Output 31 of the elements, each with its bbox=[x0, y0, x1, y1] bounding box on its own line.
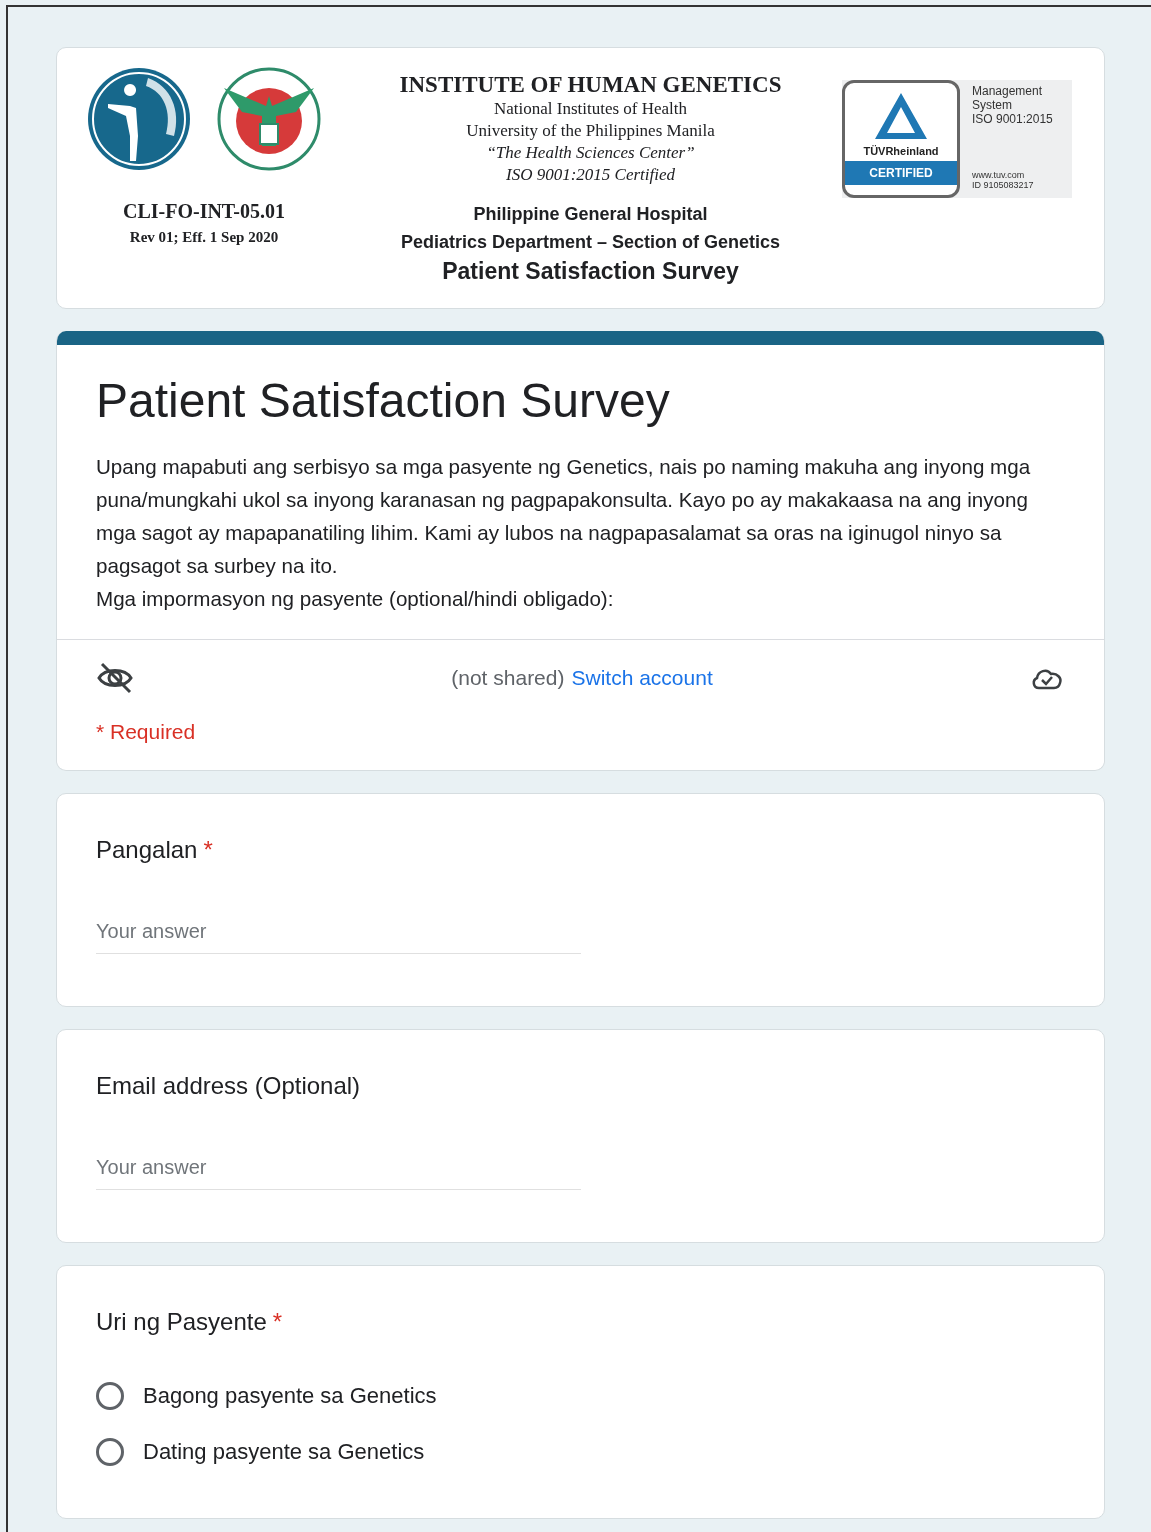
form-title: Patient Satisfaction Survey bbox=[96, 373, 671, 428]
badge-text: www.tuv.com bbox=[972, 170, 1026, 180]
brand-text: TÜVRheinland bbox=[863, 145, 939, 157]
switch-account-link[interactable]: Switch account bbox=[571, 666, 713, 690]
affiliation-text: ISO 9001:2015 Certified bbox=[505, 164, 675, 186]
badge-text: System bbox=[972, 98, 1013, 112]
description-text: Mga impormasyon ng pasyente (optional/hindi obligado): bbox=[96, 586, 615, 612]
certified-label: CERTIFIED bbox=[845, 161, 957, 185]
badge-text: ISO 9001:2015 bbox=[972, 112, 1054, 126]
affiliation-text: “The Health Sciences Center” bbox=[486, 142, 695, 164]
question-label: Uri ng Pasyente * bbox=[96, 1308, 284, 1336]
radio-button[interactable] bbox=[96, 1438, 124, 1466]
affiliation-text: University of the Philippines Manila bbox=[466, 120, 715, 142]
badge-text: ID 9105083217 bbox=[972, 180, 1035, 190]
question-label: Pangalan * bbox=[96, 836, 214, 864]
question-label: Email address (Optional) bbox=[96, 1072, 362, 1100]
revision-text: Rev 01; Eff. 1 Sep 2020 bbox=[129, 229, 279, 246]
badge-text: Management bbox=[972, 84, 1044, 98]
required-note: * Required bbox=[96, 720, 197, 744]
description-text: Upang mapabuti ang serbisyo sa mga pasyente ng Genetics, nais po naming makuha ang inyong mga puna/mungkahi ukol sa inyong karanasan ng pagpapakonsulta. Kayo po ay makakaasa na ang inyong mga sagot ay mapapanatiling lihim. Kami ay lubos na nagpapasalamat sa oras na iginugol ninyo sa pagsagot sa surbey na ito. bbox=[96, 454, 1032, 579]
option-label[interactable]: Dating pasyente sa Genetics bbox=[143, 1439, 425, 1465]
institute-name: INSTITUTE OF HUMAN GENETICS bbox=[399, 72, 782, 98]
affiliation-text: National Institutes of Health bbox=[493, 98, 688, 120]
option-label[interactable]: Bagong pasyente sa Genetics bbox=[143, 1383, 437, 1409]
eye-slash-icon bbox=[96, 662, 134, 694]
survey-heading: Patient Satisfaction Survey bbox=[442, 258, 739, 285]
radio-button[interactable] bbox=[96, 1382, 124, 1410]
department-text: Philippine General Hospital bbox=[473, 203, 708, 226]
department-text: Pediatrics Department – Section of Genetics bbox=[400, 231, 781, 254]
account-status: (not shared) bbox=[451, 666, 565, 690]
form-code: CLI-FO-INT-05.01 bbox=[122, 200, 286, 223]
